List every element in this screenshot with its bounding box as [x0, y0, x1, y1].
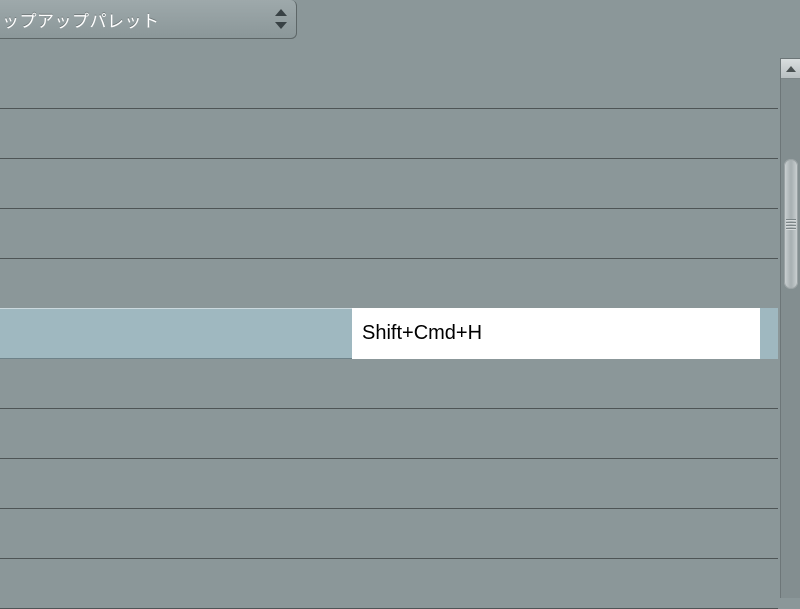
command-cell[interactable] — [0, 559, 352, 608]
set-selector-dropdown[interactable]: ップアップパレット — [0, 0, 297, 39]
command-cell[interactable] — [0, 308, 352, 359]
table-row[interactable]: Shift+Cmd+H — [0, 308, 778, 359]
command-cell[interactable] — [0, 159, 352, 208]
scrollbar-thumb[interactable] — [784, 159, 798, 289]
command-cell[interactable] — [0, 409, 352, 458]
table-row[interactable] — [0, 58, 778, 109]
scroll-up-button[interactable] — [781, 59, 800, 79]
command-cell[interactable] — [0, 459, 352, 508]
table-row[interactable] — [0, 208, 778, 259]
shortcut-cell[interactable] — [352, 359, 778, 408]
shortcut-cell[interactable]: Shift+Cmd+H — [352, 308, 778, 359]
shortcut-cell[interactable] — [352, 259, 778, 308]
shortcut-cell[interactable] — [352, 509, 778, 558]
command-cell[interactable] — [0, 109, 352, 158]
command-cell[interactable] — [0, 58, 352, 108]
table-row[interactable] — [0, 158, 778, 209]
shortcut-cell[interactable] — [352, 209, 778, 258]
table-row[interactable] — [0, 408, 778, 459]
shortcut-cell[interactable] — [352, 109, 778, 158]
vertical-scrollbar[interactable] — [780, 58, 800, 598]
table-row[interactable] — [0, 108, 778, 159]
shortcut-cell[interactable] — [352, 459, 778, 508]
table-row[interactable] — [0, 258, 778, 309]
table-row[interactable] — [0, 358, 778, 409]
shortcut-cell[interactable] — [352, 159, 778, 208]
chevron-up-icon — [786, 66, 796, 72]
shortcut-table: Shift+Cmd+H — [0, 58, 778, 600]
dropdown-stepper-icon — [272, 4, 290, 34]
command-cell[interactable] — [0, 259, 352, 308]
table-row[interactable] — [0, 558, 778, 609]
shortcut-cell[interactable] — [352, 58, 778, 108]
shortcut-cell[interactable] — [352, 559, 778, 608]
table-row[interactable] — [0, 508, 778, 559]
scrollbar-grip-icon — [786, 219, 796, 229]
command-cell[interactable] — [0, 209, 352, 258]
command-cell[interactable] — [0, 359, 352, 408]
shortcut-cell-tail — [760, 308, 778, 359]
shortcut-value: Shift+Cmd+H — [362, 322, 482, 345]
shortcut-cell[interactable] — [352, 409, 778, 458]
table-row[interactable] — [0, 458, 778, 509]
set-selector-label: ップアップパレット — [2, 7, 160, 32]
shortcut-input[interactable]: Shift+Cmd+H — [352, 308, 760, 359]
command-cell[interactable] — [0, 509, 352, 558]
